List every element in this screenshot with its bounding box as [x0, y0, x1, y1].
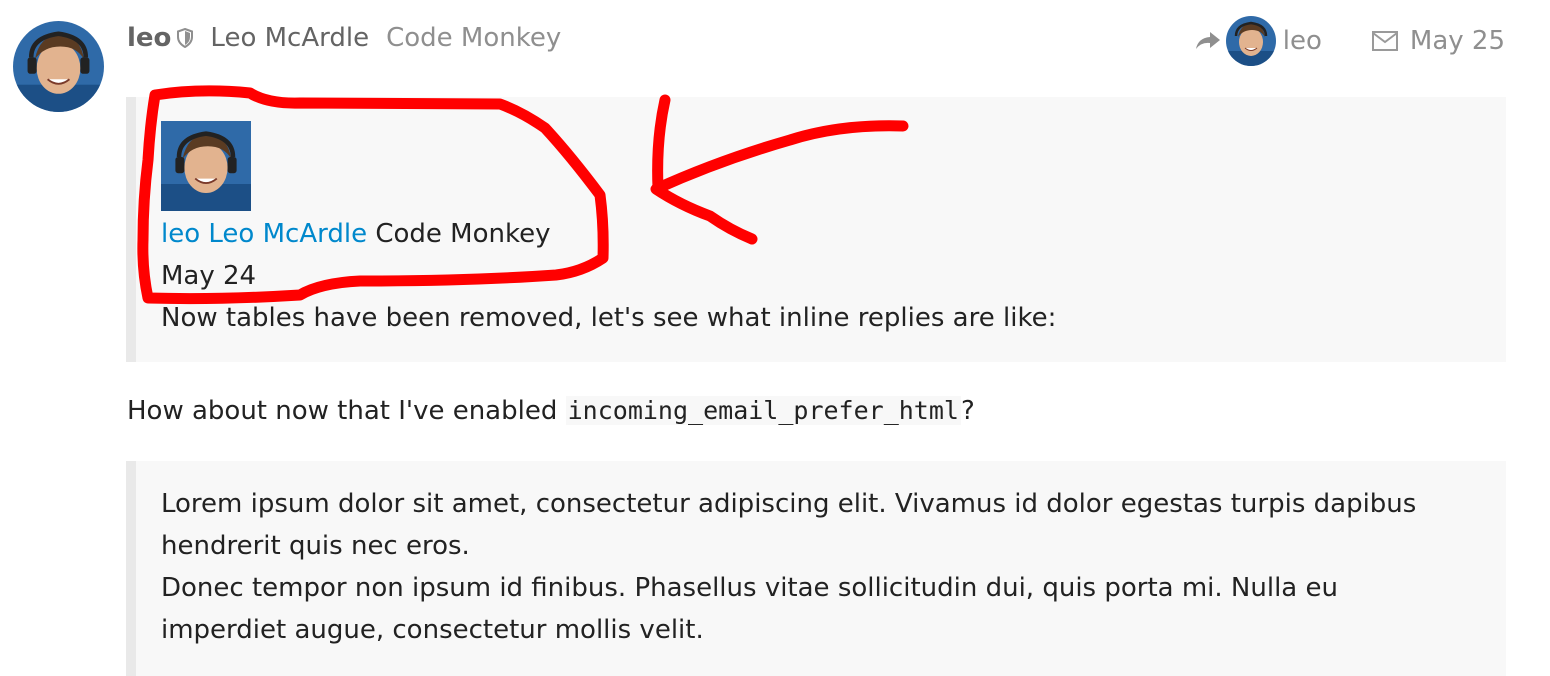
quote-username-link[interactable]: leo	[161, 219, 200, 249]
avatar-image	[1225, 16, 1276, 66]
quote-user-title: Code Monkey	[375, 219, 551, 249]
post-header: leo Leo McArdle Code Monkey	[127, 20, 561, 56]
quote-text: Now tables have been removed, let's see …	[161, 303, 1057, 333]
blockquote: Lorem ipsum dolor sit amet, consectetur …	[126, 461, 1506, 676]
quote-author-line: leo Leo McArdle Code Monkey	[161, 213, 1506, 255]
full-name[interactable]: Leo McArdle	[210, 23, 369, 53]
quote-block: leo Leo McArdle Code Monkey May 24 Now t…	[126, 97, 1506, 362]
avatar-image	[13, 21, 104, 112]
post-body-text: How about now that I've enabled incoming…	[127, 391, 975, 431]
username[interactable]: leo	[127, 23, 171, 53]
author-avatar[interactable]	[13, 21, 104, 112]
reply-to-avatar	[1225, 16, 1276, 66]
reply-arrow-icon	[1195, 32, 1220, 49]
post-date[interactable]: May 25	[1410, 26, 1505, 56]
shield-icon	[177, 28, 194, 48]
user-title: Code Monkey	[386, 23, 562, 53]
body-text-after: ?	[960, 396, 975, 426]
avatar-image	[161, 121, 251, 211]
body-text-before: How about now that I've enabled	[127, 396, 566, 426]
blockquote-line-2: Donec tempor non ipsum id finibus. Phase…	[161, 573, 1338, 645]
post: leo Leo McArdle Code Monkey leo May 25 l…	[0, 0, 1550, 676]
blockquote-line-1: Lorem ipsum dolor sit amet, consectetur …	[161, 489, 1417, 561]
mail-icon	[1371, 31, 1398, 51]
post-meta: leo May 25	[1194, 16, 1505, 66]
reply-to-username: leo	[1282, 26, 1322, 56]
quote-avatar[interactable]	[161, 121, 251, 211]
quote-date: May 24	[161, 261, 257, 291]
quote-full-name-link[interactable]: Leo McArdle	[208, 219, 367, 249]
inline-code: incoming_email_prefer_html	[565, 396, 961, 425]
reply-to-button[interactable]: leo	[1194, 16, 1322, 66]
